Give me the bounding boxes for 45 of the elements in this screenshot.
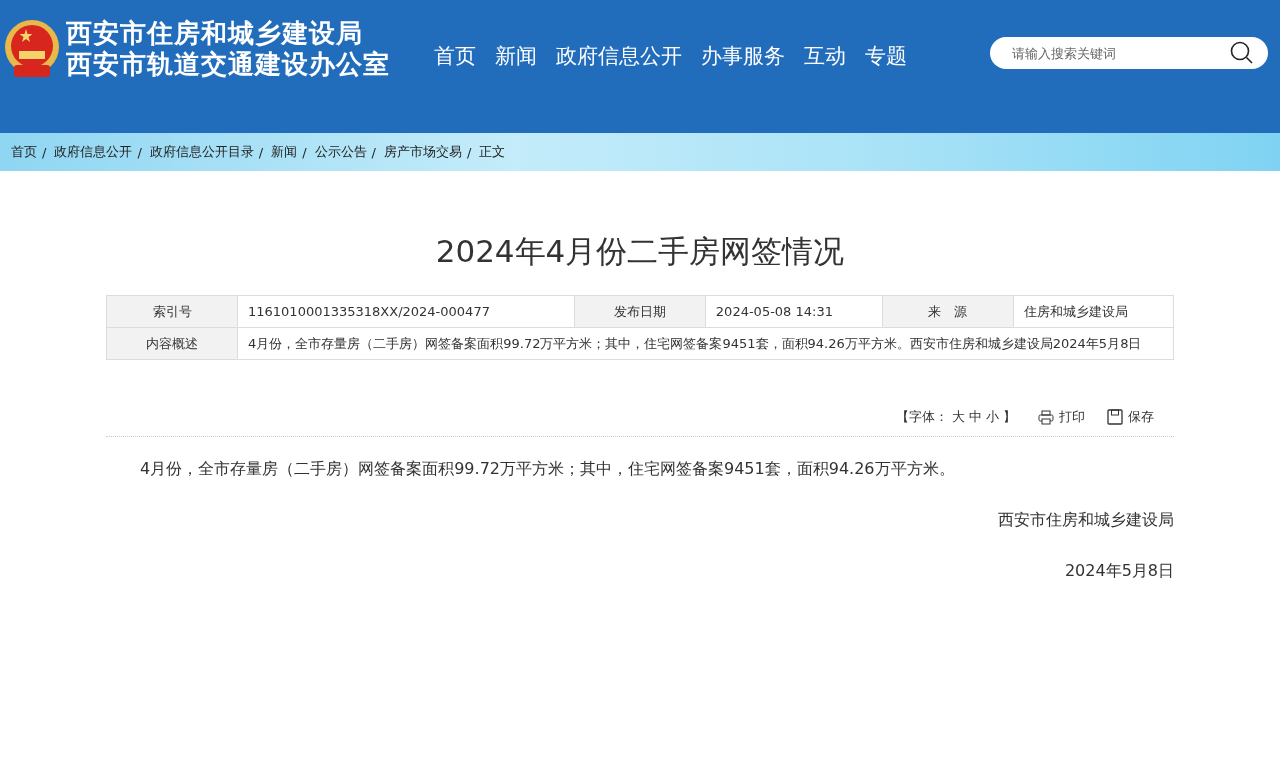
nav-link[interactable]: 首页: [434, 42, 476, 70]
date-text: 2024年5月8日: [1063, 561, 1174, 582]
search-field[interactable]: 请输入搜索关键词: [990, 37, 1268, 69]
breadcrumb-separator: /: [42, 144, 47, 160]
printer-icon: [1038, 409, 1054, 425]
breadcrumb-link[interactable]: 首页: [11, 143, 37, 161]
meta-label: 来 源: [882, 295, 1014, 328]
font-size-link[interactable]: 中: [969, 408, 982, 426]
floppy-icon: [1107, 409, 1123, 425]
meta-value: 2024-05-08 14:31: [705, 295, 883, 328]
meta-label: 发布日期: [574, 295, 706, 328]
save-button[interactable]: 保存: [1107, 408, 1154, 426]
breadcrumb-link[interactable]: 公示公告: [314, 143, 367, 161]
nav-link[interactable]: 专题: [865, 42, 907, 70]
meta-value: 1161010001335318XX/2024-000477: [237, 295, 575, 328]
breadcrumb-link[interactable]: 政府信息公开目录: [149, 143, 254, 161]
breadcrumb-separator: /: [302, 144, 307, 160]
article-title: 2024年4月份二手房网签情况: [434, 232, 846, 271]
breadcrumb-link[interactable]: 房产市场交易: [383, 143, 462, 161]
emblem-logo: [4, 19, 60, 79]
font-size-link[interactable]: 大: [952, 408, 965, 426]
nav-link[interactable]: 办事服务: [701, 42, 785, 70]
meta-value: 4月份，全市存量房（二手房）网签备案面积99.72万平方米；其中，住宅网签备案9451套，面积94.26万平方米。西安市住房和城乡建设局2024年5月8日: [237, 327, 1174, 360]
breadcrumb-separator: /: [137, 144, 142, 160]
search-icon[interactable]: [1230, 41, 1254, 65]
font-size-link[interactable]: 小: [986, 408, 999, 426]
meta-label: 索引号: [106, 295, 238, 328]
meta-value: 住房和城乡建设局: [1013, 295, 1174, 328]
breadcrumb-link[interactable]: 新闻: [271, 143, 298, 161]
nav-link[interactable]: 政府信息公开: [556, 42, 682, 70]
nav-link[interactable]: 互动: [804, 42, 846, 70]
font-size-label: 【字体：: [896, 408, 948, 426]
bracket-text: 】: [1003, 408, 1016, 426]
breadcrumb-link[interactable]: 正文: [479, 143, 506, 161]
site-title: 西安市住房和城乡建设局: [66, 18, 364, 49]
nav-link[interactable]: 新闻: [495, 42, 537, 70]
breadcrumb-separator: /: [258, 144, 264, 160]
breadcrumb-separator: /: [371, 144, 376, 160]
breadcrumb-link[interactable]: 政府信息公开: [54, 143, 133, 161]
article-paragraph: 4月份，全市存量房（二手房）网签备案面积99.72万平方米；其中，住宅网签备案9451套，面积94.26万平方米。: [140, 459, 956, 480]
print-button[interactable]: 打印: [1038, 408, 1085, 426]
breadcrumb-separator: /: [466, 144, 472, 160]
site-title: 西安市轨道交通建设办公室: [66, 49, 390, 80]
meta-label: 内容概述: [106, 327, 238, 360]
signature-text: 西安市住房和城乡建设局: [997, 510, 1174, 531]
